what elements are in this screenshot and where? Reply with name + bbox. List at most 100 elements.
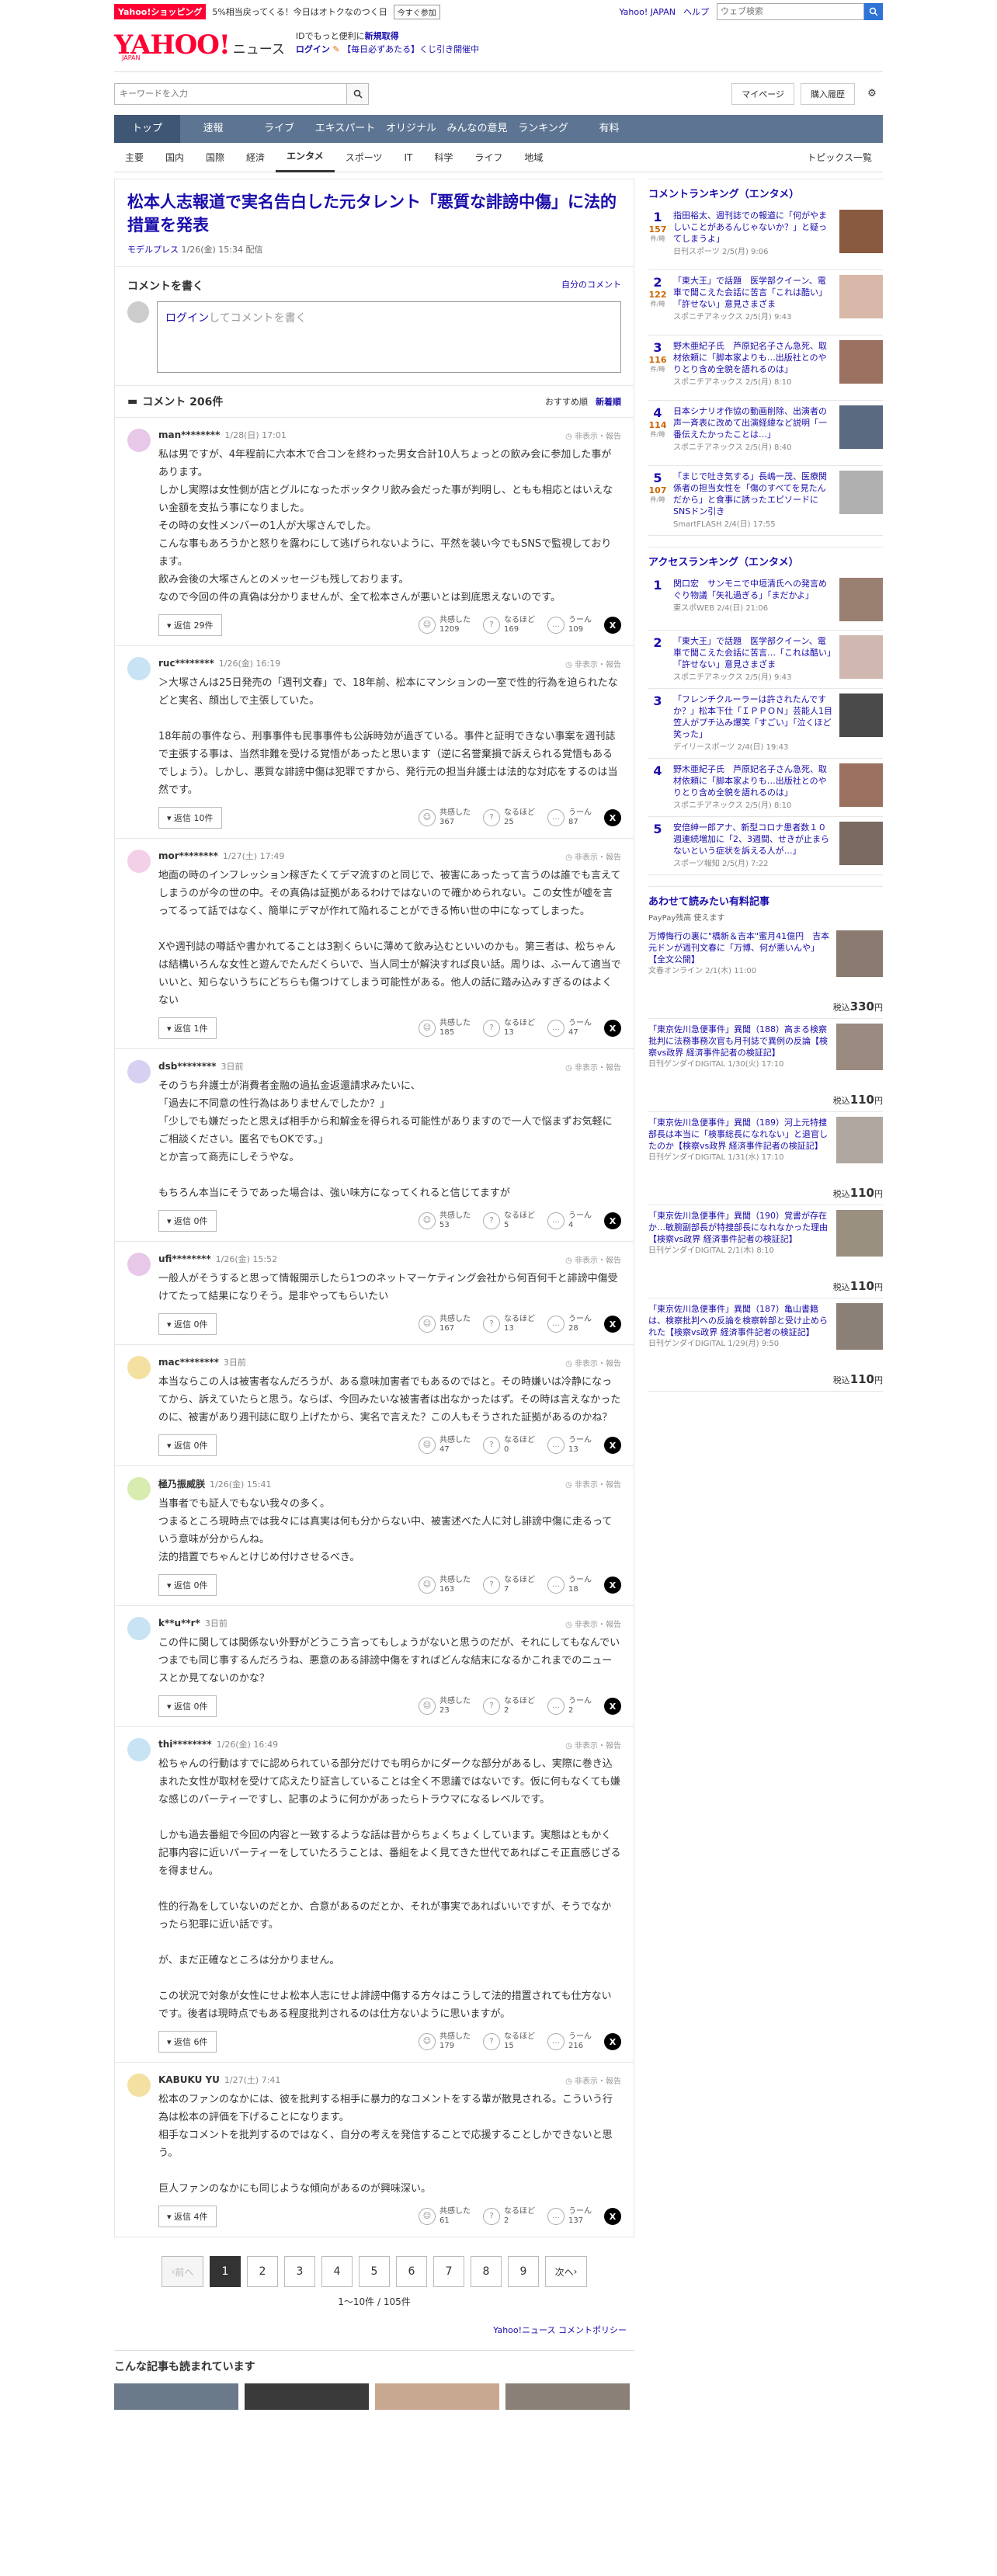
- nav-top[interactable]: トップ: [114, 115, 180, 143]
- hmm-button[interactable]: … うーん 4: [547, 1212, 592, 1230]
- paid-article-thumb[interactable]: [836, 1210, 883, 1257]
- empathy-button[interactable]: ☺ 共感した 167: [419, 1315, 471, 1333]
- paid-article-text[interactable]: 「東京佐川急便事件」異聞（188）高まる検察批判に法務事務次官も月刊誌で異例の反…: [648, 1024, 830, 1107]
- promo-text[interactable]: 5%相当戻ってくる！今日はオトクなのつく日: [212, 5, 387, 18]
- empathy-button[interactable]: ☺ 共感した 47: [419, 1436, 471, 1455]
- ranking-text[interactable]: 「東大王」で話題 医学部クイーン、電車で聞こえた会話に苦言…「これは酷い」「許せ…: [673, 635, 833, 683]
- report-link[interactable]: ◷ 非表示・報告: [565, 1357, 621, 1368]
- nav-live[interactable]: ライブ: [246, 115, 312, 143]
- ranking-text[interactable]: 野木亜紀子氏 芦原妃名子さん急死、取材依頼に「脚本家よりも…出版社とのやりとり含…: [673, 340, 833, 395]
- ranking-item[interactable]: 2 122 件/時 「東大王」で話題 医学部クイーン、電車で聞こえた会話に苦言「これは…: [648, 270, 883, 335]
- ranking-text[interactable]: 「まじで吐き気する」長嶋一茂、医療関係者の担当女性を「傷のすべてを見たんだから」…: [673, 471, 833, 530]
- paid-article-text[interactable]: 万博悔行の裏に"橋新＆吉本"蜜月41億円 吉本元ドンが週刊文春に「万博、何が悪い…: [648, 930, 830, 1013]
- comment-user[interactable]: ruc********: [158, 658, 214, 669]
- naruhodo-button[interactable]: ? なるほど 25: [483, 808, 535, 827]
- ranking-item[interactable]: 4 野木亜紀子氏 芦原妃名子さん急死、取材依頼に「脚本家よりも…出版社とのやりとり…: [648, 759, 883, 817]
- ranking-thumb[interactable]: [839, 635, 883, 679]
- report-link[interactable]: ◷ 非表示・報告: [565, 429, 621, 441]
- replies-button[interactable]: ▾ 返信 0件: [158, 1695, 217, 1717]
- access-ranking-title[interactable]: アクセスランキング（エンタメ）: [648, 554, 883, 568]
- empathy-button[interactable]: ☺ 共感した 185: [419, 1019, 471, 1038]
- ranking-headline[interactable]: 「東大王」で話題 医学部クイーン、電車で聞こえた会話に苦言…「これは酷い」「許せ…: [673, 635, 833, 670]
- x-share-icon[interactable]: X: [604, 1316, 621, 1333]
- comment-user[interactable]: ufi********: [158, 1253, 211, 1264]
- tab-economy[interactable]: 経済: [235, 144, 276, 172]
- tab-international[interactable]: 国際: [195, 144, 235, 172]
- comment-user[interactable]: 極乃振威朕: [158, 1477, 205, 1490]
- tab-main[interactable]: 主要: [114, 144, 155, 172]
- naruhodo-button[interactable]: ? なるほど 5: [483, 1212, 535, 1230]
- replies-button[interactable]: ▾ 返信 0件: [158, 1210, 217, 1232]
- ranking-text[interactable]: 「東大王」で話題 医学部クイーン、電車で聞こえた会話に苦言「これは酷い」「許せな…: [673, 275, 833, 330]
- paid-article-headline[interactable]: 「東京佐川急便事件」異聞（189）河上元特捜部長は本当に「検事総長になれない」と…: [648, 1117, 830, 1152]
- nav-breaking[interactable]: 速報: [180, 115, 246, 143]
- ranking-thumb[interactable]: [839, 340, 883, 384]
- page-2[interactable]: 2: [247, 2256, 278, 2287]
- shopping-badge[interactable]: Yahoo!ショッピング: [114, 4, 207, 19]
- ranking-item[interactable]: 1 関口宏 サンモニで中垣清氏への発言めぐり物議「矢礼過ぎる」「まだかよ」 東スポW…: [648, 573, 883, 631]
- naruhodo-button[interactable]: ? なるほど 15: [483, 2032, 535, 2051]
- empathy-button[interactable]: ☺ 共感した 61: [419, 2207, 471, 2226]
- page-4[interactable]: 4: [321, 2256, 353, 2287]
- naruhodo-button[interactable]: ? なるほど 7: [483, 1576, 535, 1594]
- replies-button[interactable]: ▾ 返信 4件: [158, 2206, 217, 2227]
- search-icon[interactable]: [347, 82, 369, 105]
- paid-article-item[interactable]: 「東京佐川急便事件」異聞（190）覚書が存在か…敏腕副部長が特捜部長になれなかっ…: [648, 1205, 883, 1298]
- recommended-thumb[interactable]: [114, 2383, 238, 2410]
- nav-opinions[interactable]: みんなの意見: [444, 115, 510, 143]
- paid-article-text[interactable]: 「東京佐川急便事件」異聞（187）亀山書籍は、検察批判への反論を検察幹部と受け止…: [648, 1303, 830, 1386]
- empathy-button[interactable]: ☺ 共感した 179: [419, 2032, 471, 2051]
- x-share-icon[interactable]: X: [604, 1020, 621, 1037]
- paid-article-item[interactable]: 万博悔行の裏に"橋新＆吉本"蜜月41億円 吉本元ドンが週刊文春に「万博、何が悪い…: [648, 926, 883, 1019]
- recommended-thumb[interactable]: [375, 2383, 499, 2410]
- page-5[interactable]: 5: [359, 2256, 390, 2287]
- paid-article-thumb[interactable]: [836, 1303, 883, 1350]
- recommended-thumb[interactable]: [505, 2383, 630, 2410]
- replies-button[interactable]: ▾ 返信 6件: [158, 2031, 217, 2053]
- naruhodo-button[interactable]: ? なるほど 169: [483, 616, 535, 634]
- ranking-item[interactable]: 2 「東大王」で話題 医学部クイーン、電車で聞こえた会話に苦言…「これは酷い」「許…: [648, 631, 883, 689]
- ranking-item[interactable]: 4 114 件/時 日本シナリオ作協の動画削除、出演者の声一斉表に改めて出演経緯など説…: [648, 401, 883, 466]
- naruhodo-button[interactable]: ? なるほど 2: [483, 1697, 535, 1716]
- yahoo-news-logo[interactable]: YAHOO! JAPAN ニュース: [114, 30, 285, 61]
- ranking-item[interactable]: 5 107 件/時 「まじで吐き気する」長嶋一茂、医療関係者の担当女性を「傷のすべてを…: [648, 466, 883, 536]
- ranking-headline[interactable]: 野木亜紀子氏 芦原妃名子さん急死、取材依頼に「脚本家よりも…出版社とのやりとり含…: [673, 340, 833, 375]
- comment-user[interactable]: k**u**r*: [158, 1618, 200, 1629]
- sort-newest[interactable]: 新着順: [596, 395, 621, 408]
- ranking-text[interactable]: 指田裕太、週刊誌での報道に「何がやましいことがあるんじゃないか？」と疑ってしまう…: [673, 210, 833, 265]
- hmm-button[interactable]: … うーん 13: [547, 1436, 592, 1455]
- tab-life[interactable]: ライフ: [464, 144, 513, 172]
- nav-paid[interactable]: 有料: [576, 115, 642, 143]
- naruhodo-button[interactable]: ? なるほど 0: [483, 1436, 535, 1455]
- empathy-button[interactable]: ☺ 共感した 163: [419, 1576, 471, 1594]
- comment-user[interactable]: mac********: [158, 1357, 219, 1368]
- ranking-headline[interactable]: 安倍紳一郎アナ、新型コロナ患者数１０週連続増加に「2、3週間、せきが止まらないと…: [673, 822, 833, 857]
- ranking-thumb[interactable]: [839, 405, 883, 449]
- ranking-item[interactable]: 3 116 件/時 野木亜紀子氏 芦原妃名子さん急死、取材依頼に「脚本家よりも…出版社…: [648, 335, 883, 401]
- replies-button[interactable]: ▾ 返信 1件: [158, 1017, 217, 1039]
- ranking-thumb[interactable]: [839, 210, 883, 253]
- page-1[interactable]: 1: [210, 2256, 241, 2287]
- ranking-text[interactable]: 野木亜紀子氏 芦原妃名子さん急死、取材依頼に「脚本家よりも…出版社とのやりとり含…: [673, 763, 833, 812]
- tab-sports[interactable]: スポーツ: [335, 144, 394, 172]
- x-share-icon[interactable]: X: [604, 617, 621, 634]
- paid-article-headline[interactable]: 「東京佐川急便事件」異聞（188）高まる検察批判に法務事務次官も月刊誌で異例の反…: [648, 1024, 830, 1059]
- ranking-headline[interactable]: 指田裕太、週刊誌での報道に「何がやましいことがあるんじゃないか？」と疑ってしまう…: [673, 210, 833, 245]
- paid-article-item[interactable]: 「東京佐川急便事件」異聞（188）高まる検察批判に法務事務次官も月刊誌で異例の反…: [648, 1019, 883, 1112]
- ranking-headline[interactable]: 野木亜紀子氏 芦原妃名子さん急死、取材依頼に「脚本家よりも…出版社とのやりとり含…: [673, 763, 833, 798]
- ranking-text[interactable]: 安倍紳一郎アナ、新型コロナ患者数１０週連続増加に「2、3週間、せきが止まらないと…: [673, 822, 833, 870]
- ranking-text[interactable]: 日本シナリオ作協の動画削除、出演者の声一斉表に改めて出演経緯など説明「一番伝えた…: [673, 405, 833, 461]
- paid-articles-title[interactable]: あわせて読みたい有料記事: [648, 893, 883, 908]
- x-share-icon[interactable]: X: [604, 2033, 621, 2050]
- comment-input[interactable]: ログインしてコメントを書く: [157, 301, 621, 373]
- comment-ranking-title[interactable]: コメントランキング（エンタメ）: [648, 186, 883, 200]
- ranking-thumb[interactable]: [839, 275, 883, 318]
- hmm-button[interactable]: … うーん 109: [547, 616, 592, 634]
- ranking-item[interactable]: 1 157 件/時 指田裕太、週刊誌での報道に「何がやましいことがあるんじゃないか？」…: [648, 205, 883, 270]
- prev-page-button[interactable]: ‹ 前へ: [162, 2256, 203, 2287]
- empathy-button[interactable]: ☺ 共感した 1209: [419, 616, 471, 634]
- paid-article-headline[interactable]: 万博悔行の裏に"橋新＆吉本"蜜月41億円 吉本元ドンが週刊文春に「万博、何が悪い…: [648, 930, 830, 965]
- report-link[interactable]: ◷ 非表示・報告: [565, 1739, 621, 1750]
- nav-expert[interactable]: エキスパート: [312, 115, 378, 143]
- comment-login-link[interactable]: ログイン: [165, 312, 209, 325]
